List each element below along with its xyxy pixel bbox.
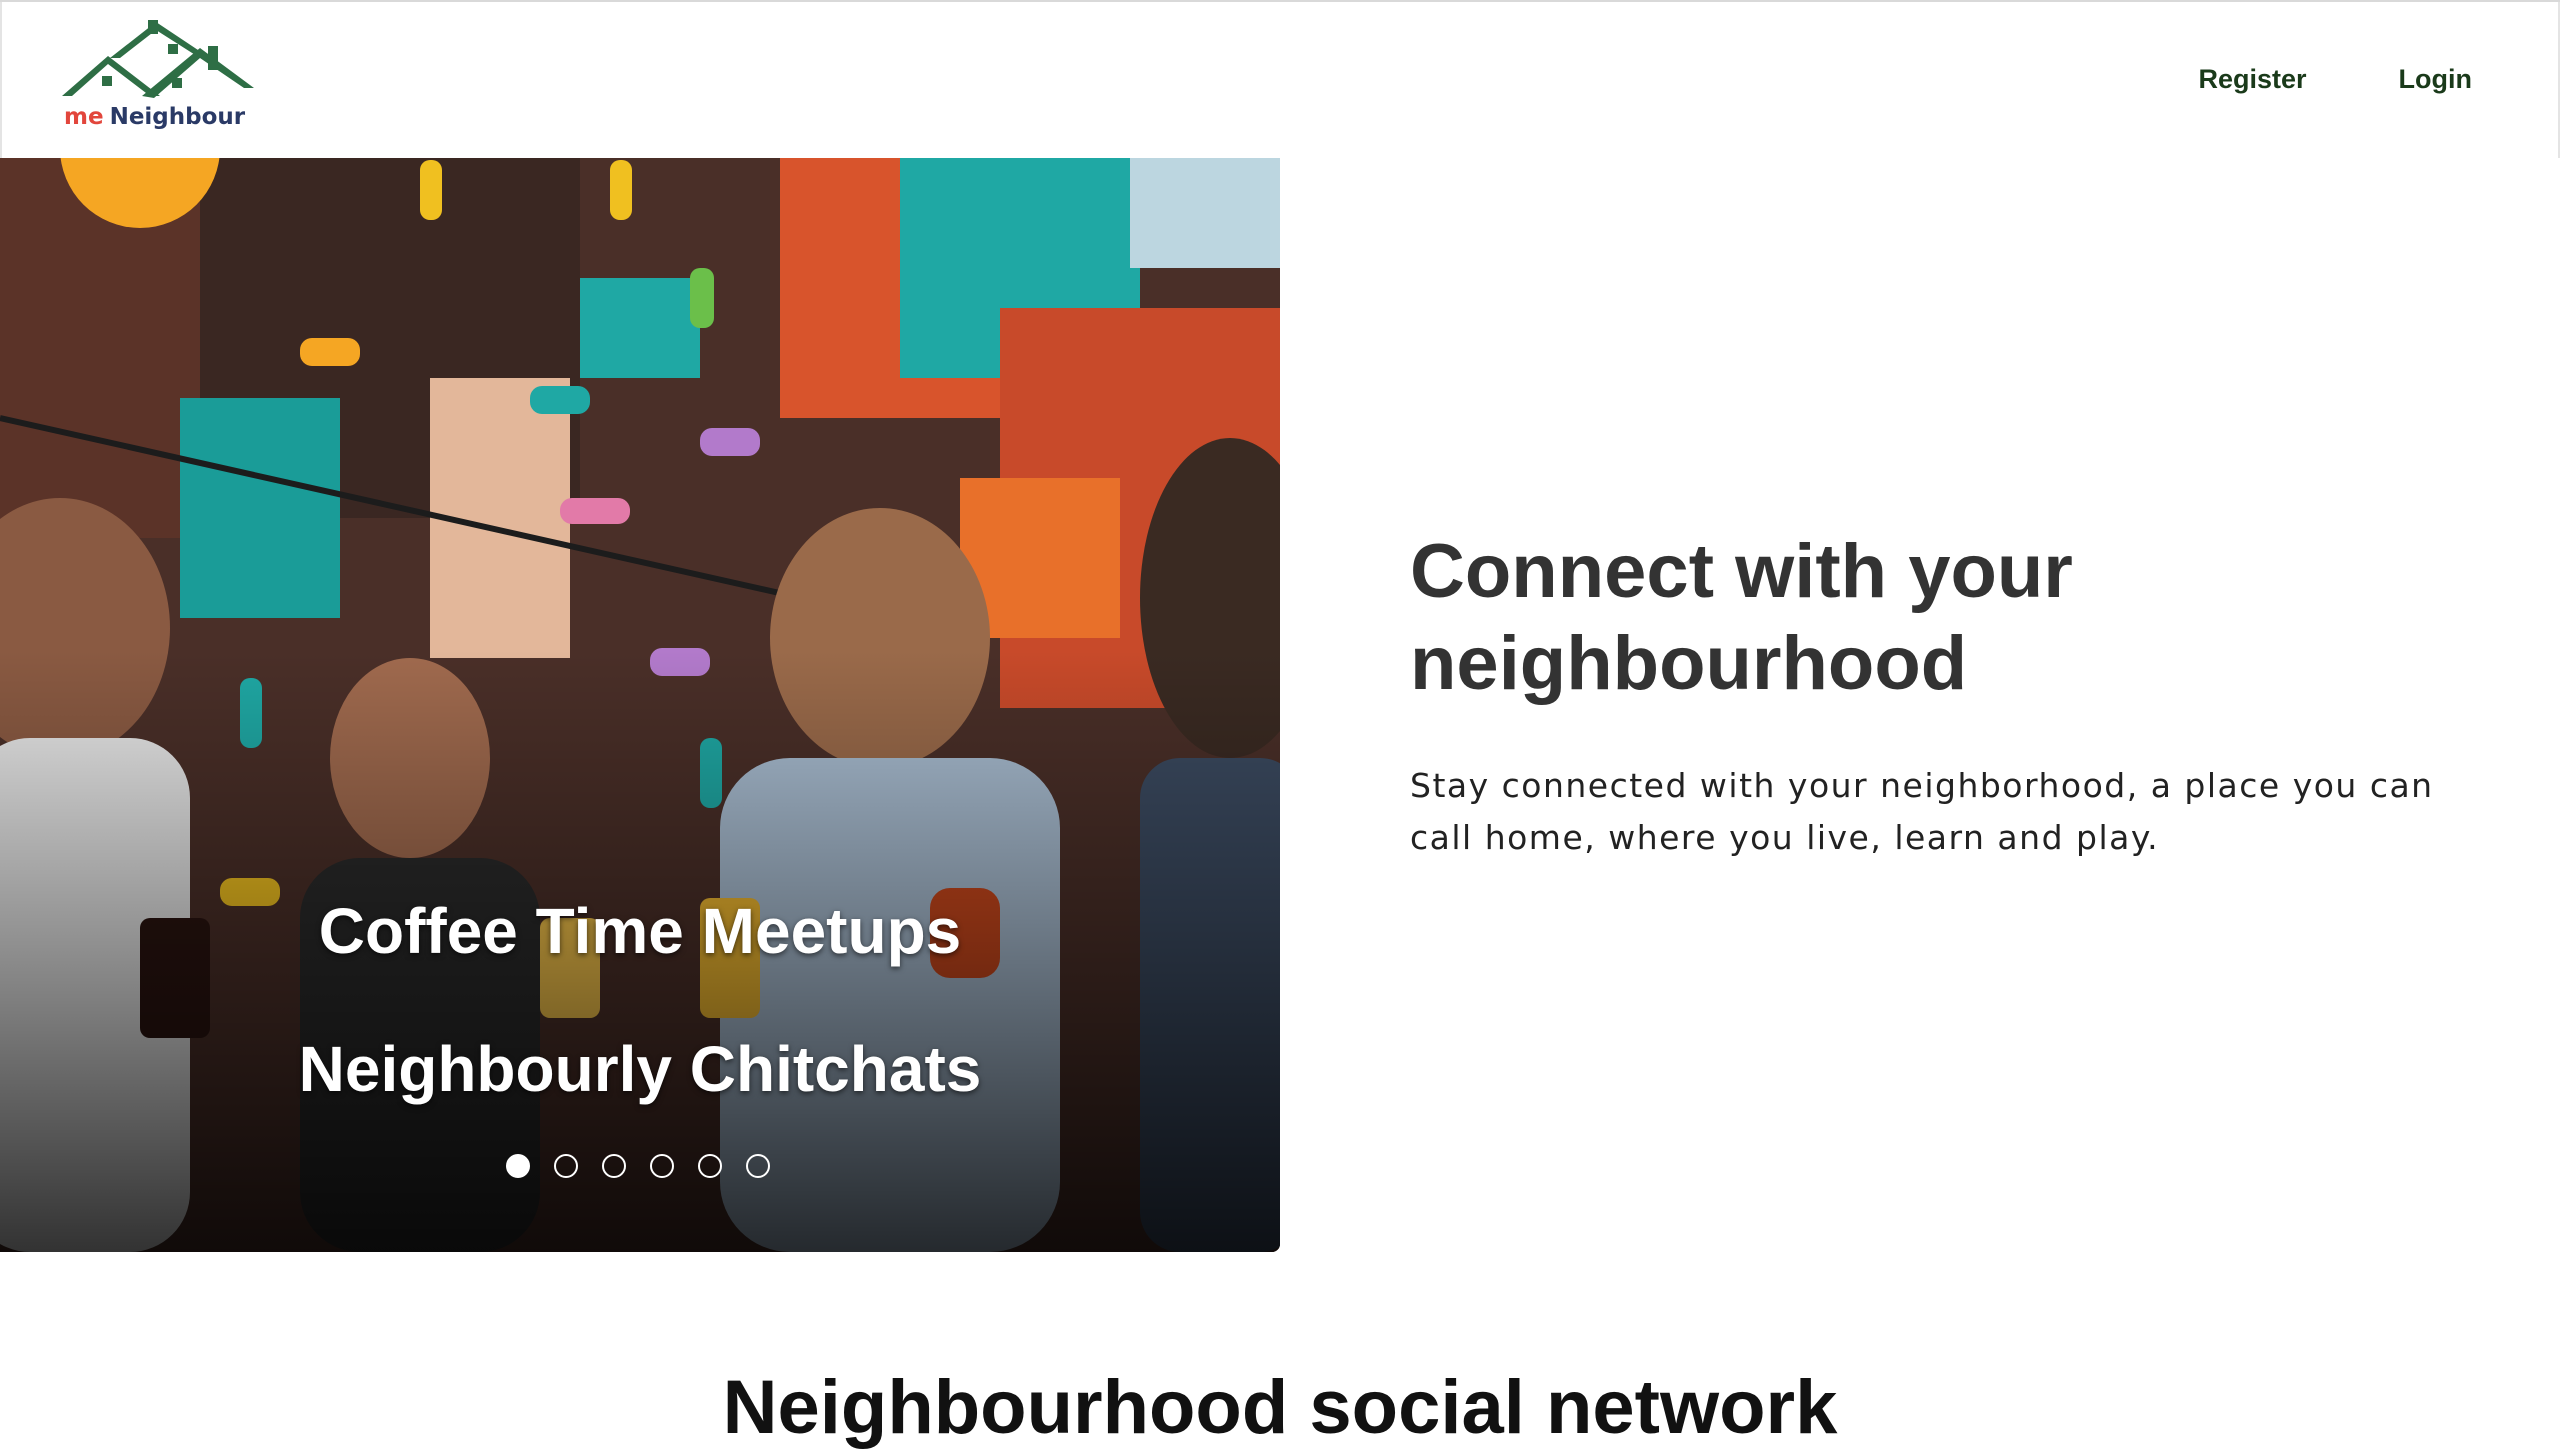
logo-prefix: me [64,104,104,130]
carousel-indicators [506,1154,770,1178]
register-link[interactable]: Register [2198,64,2306,95]
logo-name: Neighbour [109,104,246,130]
hero-carousel[interactable]: Coffee Time Meetups Neighbourly Chitchat… [0,158,1280,1252]
carousel-dot-3[interactable] [602,1154,626,1178]
navbar: me Neighbour Register Login [0,2,2560,158]
section-heading: Neighbourhood social network [722,1365,1838,1450]
carousel-caption-secondary: Neighbourly Chitchats [298,1033,982,1105]
logo-wordmark: me Neighbour [64,104,245,130]
intro-section: Connect with your neighbourhood Stay con… [1410,526,2490,864]
carousel-caption-primary: Coffee Time Meetups [318,895,962,967]
carousel-dot-2[interactable] [554,1154,578,1178]
carousel-dot-4[interactable] [650,1154,674,1178]
carousel-dot-5[interactable] [698,1154,722,1178]
house-roofs-icon [62,20,254,98]
nav-links: Register Login [2198,64,2472,95]
brand-logo[interactable]: me Neighbour [60,18,260,138]
carousel-dot-1[interactable] [506,1154,530,1178]
carousel-dot-6[interactable] [746,1154,770,1178]
login-link[interactable]: Login [2399,64,2472,95]
intro-description: Stay connected with your neighborhood, a… [1410,766,2434,857]
intro-heading: Connect with your neighbourhood [1410,529,2073,706]
